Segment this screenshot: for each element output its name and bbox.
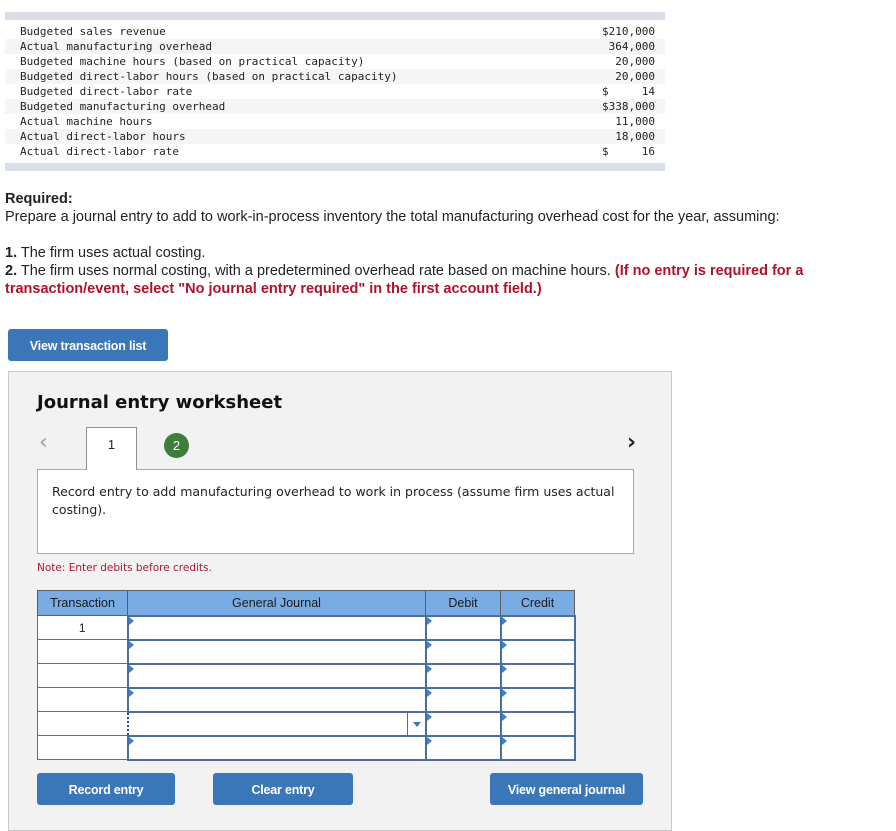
- given-data-table: Budgeted sales revenue $210,000 Actual ma…: [5, 12, 665, 171]
- data-label: Budgeted direct-labor hours (based on pr…: [20, 70, 398, 83]
- journal-entry-worksheet: Journal entry worksheet ‹ 1 2 › Record e…: [8, 371, 672, 831]
- data-row: Actual direct-labor hours 18,000: [5, 129, 665, 144]
- table-row: 1: [37, 614, 576, 641]
- data-value: $ 16: [602, 145, 655, 158]
- data-label: Budgeted direct-labor rate: [20, 85, 193, 98]
- view-general-journal-button[interactable]: View general journal: [490, 773, 643, 805]
- data-label: Actual manufacturing overhead: [20, 40, 213, 53]
- table-top-bar: [5, 12, 665, 20]
- required-intro: Prepare a journal entry to add to work-i…: [5, 209, 780, 225]
- debit-input[interactable]: [424, 662, 502, 689]
- journal-header-row: Transaction General Journal Debit Credit: [37, 590, 575, 616]
- credit-input[interactable]: [499, 686, 576, 713]
- debit-input[interactable]: [424, 710, 502, 737]
- requirement-2-number: 2.: [5, 263, 18, 279]
- header-credit: Credit: [500, 590, 575, 616]
- account-select[interactable]: [126, 686, 427, 713]
- requirement-2-text: The firm uses normal costing, with a pre…: [17, 263, 615, 279]
- requirement-1-text: The firm uses actual costing.: [17, 245, 206, 261]
- data-value: 18,000: [615, 130, 655, 143]
- debits-note: Note: Enter debits before credits.: [37, 562, 212, 574]
- debit-input[interactable]: [424, 686, 502, 713]
- credit-input[interactable]: [499, 614, 576, 641]
- data-row: Budgeted direct-labor rate $ 14: [5, 84, 665, 99]
- transaction-number: [37, 663, 128, 688]
- tab-entry-2[interactable]: 2: [164, 433, 189, 458]
- table-row: [37, 734, 576, 761]
- data-label: Budgeted sales revenue: [20, 25, 166, 38]
- clear-entry-button[interactable]: Clear entry: [213, 773, 353, 805]
- entry-description: Record entry to add manufacturing overhe…: [37, 469, 634, 554]
- credit-input[interactable]: [499, 638, 576, 665]
- view-transaction-list-button[interactable]: View transaction list: [8, 329, 168, 361]
- account-select[interactable]: [126, 662, 427, 689]
- journal-table: Transaction General Journal Debit Credit…: [37, 590, 576, 761]
- data-row: Budgeted direct-labor hours (based on pr…: [5, 69, 665, 84]
- account-select-focused[interactable]: [126, 710, 427, 737]
- table-row: [37, 662, 576, 689]
- data-row: Budgeted manufacturing overhead $338,000: [5, 99, 665, 114]
- table-row: [37, 686, 576, 713]
- data-row: Budgeted machine hours (based on practic…: [5, 54, 665, 69]
- data-label: Budgeted manufacturing overhead: [20, 100, 226, 113]
- debit-input[interactable]: [424, 734, 502, 761]
- requirement-1: 1. The firm uses actual costing.: [5, 244, 895, 262]
- data-value: 364,000: [608, 40, 655, 53]
- transaction-number: [37, 639, 128, 664]
- header-debit: Debit: [425, 590, 501, 616]
- data-label: Actual direct-labor hours: [20, 130, 186, 143]
- dropdown-arrow-icon[interactable]: [406, 712, 425, 735]
- data-value: $338,000: [602, 100, 655, 113]
- transaction-number: [37, 687, 128, 712]
- credit-input[interactable]: [499, 710, 576, 737]
- data-label: Budgeted machine hours (based on practic…: [20, 55, 365, 68]
- table-row: [37, 638, 576, 665]
- debit-input[interactable]: [424, 638, 502, 665]
- account-select[interactable]: [126, 734, 427, 761]
- worksheet-title: Journal entry worksheet: [37, 392, 283, 413]
- required-section: Required: Prepare a journal entry to add…: [5, 190, 895, 298]
- data-value: 20,000: [615, 70, 655, 83]
- header-transaction: Transaction: [37, 590, 128, 616]
- data-label: Actual machine hours: [20, 115, 153, 128]
- credit-input[interactable]: [499, 662, 576, 689]
- chevron-right-icon[interactable]: ›: [627, 430, 636, 455]
- debit-input[interactable]: [424, 614, 502, 641]
- data-value: 11,000: [615, 115, 655, 128]
- transaction-number: [37, 735, 128, 760]
- data-value: $210,000: [602, 25, 655, 38]
- data-row: Actual direct-labor rate $ 16: [5, 144, 665, 159]
- data-value: 20,000: [615, 55, 655, 68]
- required-heading: Required:: [5, 191, 73, 207]
- credit-input[interactable]: [499, 734, 576, 761]
- account-select[interactable]: [126, 614, 427, 641]
- requirement-1-number: 1.: [5, 245, 18, 261]
- account-select[interactable]: [126, 638, 427, 665]
- header-general-journal: General Journal: [127, 590, 426, 616]
- tab-entry-1[interactable]: 1: [86, 427, 137, 470]
- chevron-left-icon[interactable]: ‹: [39, 430, 48, 455]
- table-bottom-bar: [5, 163, 665, 171]
- data-label: Actual direct-labor rate: [20, 145, 179, 158]
- requirement-2: 2. The firm uses normal costing, with a …: [5, 262, 895, 298]
- data-row: Budgeted sales revenue $210,000: [5, 24, 665, 39]
- table-row: [37, 710, 576, 737]
- data-value: $ 14: [602, 85, 655, 98]
- record-entry-button[interactable]: Record entry: [37, 773, 175, 805]
- transaction-number: 1: [37, 615, 128, 640]
- data-row: Actual manufacturing overhead 364,000: [5, 39, 665, 54]
- transaction-number: [37, 711, 128, 736]
- data-row: Actual machine hours 11,000: [5, 114, 665, 129]
